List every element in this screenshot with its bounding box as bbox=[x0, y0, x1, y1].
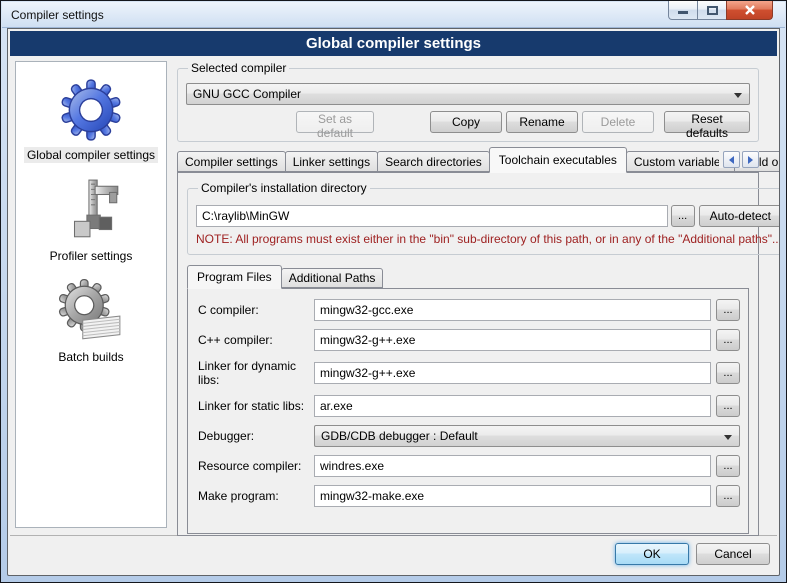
tab-scroll-left-button[interactable] bbox=[723, 151, 740, 168]
program-files-grid: C compiler:... C++ compiler:... Linker for… bbox=[196, 299, 740, 507]
selected-compiler-group: Selected compiler GNU GCC Compiler Set a… bbox=[177, 61, 759, 142]
main-tab-bar: Compiler settingsLinker settingsSearch d… bbox=[177, 146, 759, 172]
main-content: Selected compiler GNU GCC Compiler Set a… bbox=[177, 61, 759, 536]
sidebar-item-global-compiler-settings[interactable]: Global compiler settings bbox=[16, 62, 166, 163]
tab-toolchain-executables[interactable]: Toolchain executables bbox=[489, 147, 627, 173]
installation-directory-group: Compiler's installation directory ... Au… bbox=[187, 181, 780, 255]
linker-for-dynamic-libs-browse-button[interactable]: ... bbox=[716, 362, 740, 384]
sidebar: Global compiler settings Profiler setting… bbox=[15, 61, 167, 528]
chevron-left-icon bbox=[729, 156, 734, 164]
sidebar-item-label: Batch builds bbox=[55, 349, 126, 365]
minimize-button[interactable] bbox=[668, 1, 698, 20]
close-icon bbox=[744, 5, 756, 15]
installation-directory-browse-button[interactable]: ... bbox=[671, 205, 695, 227]
minimize-icon bbox=[678, 6, 688, 15]
linker-for-static-libs-browse-button[interactable]: ... bbox=[716, 395, 740, 417]
toolchain-executables-panel: Compiler's installation directory ... Au… bbox=[177, 172, 759, 536]
blue-gear-icon bbox=[58, 77, 124, 143]
tab-scroll-buttons bbox=[719, 151, 759, 168]
rename-button[interactable]: Rename bbox=[506, 111, 578, 133]
tab-scroll-right-button[interactable] bbox=[742, 151, 759, 168]
compiler-buttons-row: Set as default CopyRenameDelete Reset defa… bbox=[186, 111, 750, 133]
copy-button[interactable]: Copy bbox=[430, 111, 502, 133]
resource-compiler-label: Resource compiler: bbox=[196, 459, 312, 473]
selected-compiler-value: GNU GCC Compiler bbox=[193, 87, 301, 101]
sidebar-item-label: Global compiler settings bbox=[24, 147, 158, 163]
maximize-icon bbox=[707, 6, 718, 15]
close-button[interactable] bbox=[726, 1, 773, 20]
programs-tab-bar: Program FilesAdditional Paths bbox=[187, 264, 749, 288]
debugger-label: Debugger: bbox=[196, 429, 312, 443]
resource-compiler-input[interactable] bbox=[314, 455, 711, 477]
chevron-right-icon bbox=[748, 156, 753, 164]
tab-compiler-settings[interactable]: Compiler settings bbox=[177, 151, 286, 172]
ok-button[interactable]: OK bbox=[615, 543, 689, 565]
c-compiler-label: C++ compiler: bbox=[196, 333, 312, 347]
tab-linker-settings[interactable]: Linker settings bbox=[285, 151, 378, 172]
linker-for-dynamic-libs-label: Linker for dynamic libs: bbox=[196, 359, 312, 387]
c-compiler-browse-button[interactable]: ... bbox=[716, 329, 740, 351]
dropdown-arrow-icon bbox=[724, 435, 732, 440]
sidebar-item-batch-builds[interactable]: Batch builds bbox=[16, 264, 166, 365]
c-compiler-browse-button[interactable]: ... bbox=[716, 299, 740, 321]
installation-directory-group-label: Compiler's installation directory bbox=[198, 181, 370, 195]
dialog-header: Global compiler settings bbox=[10, 31, 777, 56]
delete-button: Delete bbox=[582, 111, 654, 133]
dialog-body: Global compiler settings Global compiler… bbox=[7, 28, 780, 576]
tab-search-directories[interactable]: Search directories bbox=[377, 151, 490, 172]
c-compiler-input[interactable] bbox=[314, 329, 711, 351]
sidebar-item-profiler-settings[interactable]: Profiler settings bbox=[16, 163, 166, 264]
selected-compiler-group-label: Selected compiler bbox=[188, 61, 289, 75]
c-compiler-input[interactable] bbox=[314, 299, 711, 321]
caption-buttons bbox=[669, 1, 773, 20]
auto-detect-button[interactable]: Auto-detect bbox=[699, 205, 780, 227]
subtab-program-files[interactable]: Program Files bbox=[187, 265, 282, 289]
installation-directory-input[interactable] bbox=[196, 205, 668, 227]
make-program-input[interactable] bbox=[314, 485, 711, 507]
dropdown-arrow-icon bbox=[734, 93, 742, 98]
linker-for-dynamic-libs-input[interactable] bbox=[314, 362, 711, 384]
footer-buttons: OK Cancel bbox=[615, 543, 770, 565]
debugger-select[interactable]: GDB/CDB debugger : Default bbox=[314, 425, 740, 447]
compiler-settings-window: Compiler settings Global compiler settin… bbox=[0, 0, 787, 583]
subtab-additional-paths[interactable]: Additional Paths bbox=[281, 268, 384, 288]
maximize-button[interactable] bbox=[697, 1, 727, 20]
set-as-default-button: Set as default bbox=[296, 111, 374, 133]
c-compiler-label: C compiler: bbox=[196, 303, 312, 317]
installation-directory-row: ... Auto-detect bbox=[196, 205, 780, 227]
caliper-icon bbox=[58, 178, 124, 244]
selected-compiler-select[interactable]: GNU GCC Compiler bbox=[186, 83, 750, 105]
reset-defaults-button[interactable]: Reset defaults bbox=[664, 111, 750, 133]
installation-note: NOTE: All programs must exist either in … bbox=[196, 232, 780, 246]
selected-option-label: GDB/CDB debugger : Default bbox=[321, 429, 478, 443]
program-files-panel: C compiler:... C++ compiler:... Linker for… bbox=[187, 288, 749, 534]
linker-for-static-libs-input[interactable] bbox=[314, 395, 711, 417]
page-title: Global compiler settings bbox=[306, 35, 481, 52]
sidebar-item-label: Profiler settings bbox=[47, 248, 136, 264]
make-program-label: Make program: bbox=[196, 489, 312, 503]
cancel-button[interactable]: Cancel bbox=[696, 543, 770, 565]
window-title: Compiler settings bbox=[11, 8, 104, 22]
gray-gear-icon bbox=[58, 279, 124, 345]
linker-for-static-libs-label: Linker for static libs: bbox=[196, 399, 312, 413]
make-program-browse-button[interactable]: ... bbox=[716, 485, 740, 507]
resource-compiler-browse-button[interactable]: ... bbox=[716, 455, 740, 477]
